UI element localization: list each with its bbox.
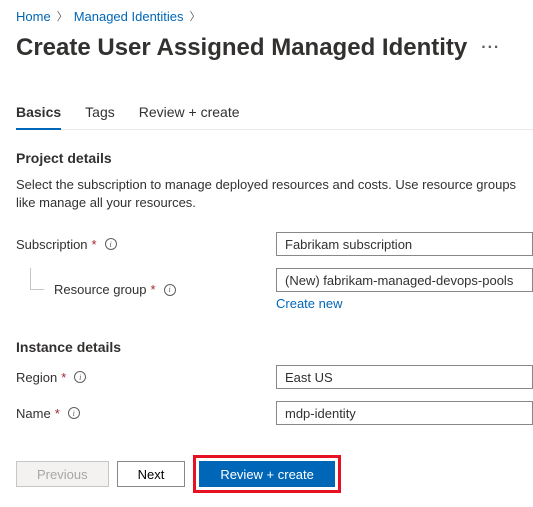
resource-group-input[interactable] bbox=[276, 268, 533, 292]
name-input[interactable] bbox=[276, 401, 533, 425]
next-button[interactable]: Next bbox=[117, 461, 186, 487]
chevron-right-icon: 〉 bbox=[57, 8, 68, 24]
footer-buttons: Previous Next Review + create bbox=[16, 455, 341, 493]
tab-tags[interactable]: Tags bbox=[85, 104, 115, 130]
project-details-heading: Project details bbox=[16, 150, 533, 166]
tab-review-create[interactable]: Review + create bbox=[139, 104, 240, 130]
info-icon[interactable]: i bbox=[164, 284, 176, 296]
required-indicator: * bbox=[92, 237, 97, 252]
resource-group-label: Resource group * i bbox=[16, 282, 276, 297]
tab-basics[interactable]: Basics bbox=[16, 104, 61, 130]
required-indicator: * bbox=[61, 370, 66, 385]
required-indicator: * bbox=[55, 406, 60, 421]
page-title: Create User Assigned Managed Identity ··… bbox=[16, 34, 533, 62]
region-label: Region * i bbox=[16, 370, 276, 385]
previous-button: Previous bbox=[16, 461, 109, 487]
breadcrumb-managed-identities[interactable]: Managed Identities bbox=[74, 9, 184, 24]
review-create-button[interactable]: Review + create bbox=[199, 461, 335, 487]
chevron-right-icon: 〉 bbox=[190, 8, 201, 24]
create-new-link[interactable]: Create new bbox=[276, 296, 342, 311]
info-icon[interactable]: i bbox=[68, 407, 80, 419]
breadcrumb-home[interactable]: Home bbox=[16, 9, 51, 24]
info-icon[interactable]: i bbox=[105, 238, 117, 250]
info-icon[interactable]: i bbox=[74, 371, 86, 383]
highlight-annotation: Review + create bbox=[193, 455, 341, 493]
required-indicator: * bbox=[151, 282, 156, 297]
breadcrumb: Home 〉 Managed Identities 〉 bbox=[16, 8, 533, 24]
project-details-description: Select the subscription to manage deploy… bbox=[16, 176, 533, 212]
instance-details-heading: Instance details bbox=[16, 339, 533, 355]
more-actions-icon[interactable]: ··· bbox=[481, 39, 500, 57]
name-label: Name * i bbox=[16, 406, 276, 421]
region-input[interactable] bbox=[276, 365, 533, 389]
subscription-label: Subscription * i bbox=[16, 237, 276, 252]
subscription-input[interactable] bbox=[276, 232, 533, 256]
tabs: Basics Tags Review + create bbox=[16, 104, 533, 130]
tree-connector-icon bbox=[30, 268, 44, 290]
page-title-text: Create User Assigned Managed Identity bbox=[16, 34, 467, 62]
